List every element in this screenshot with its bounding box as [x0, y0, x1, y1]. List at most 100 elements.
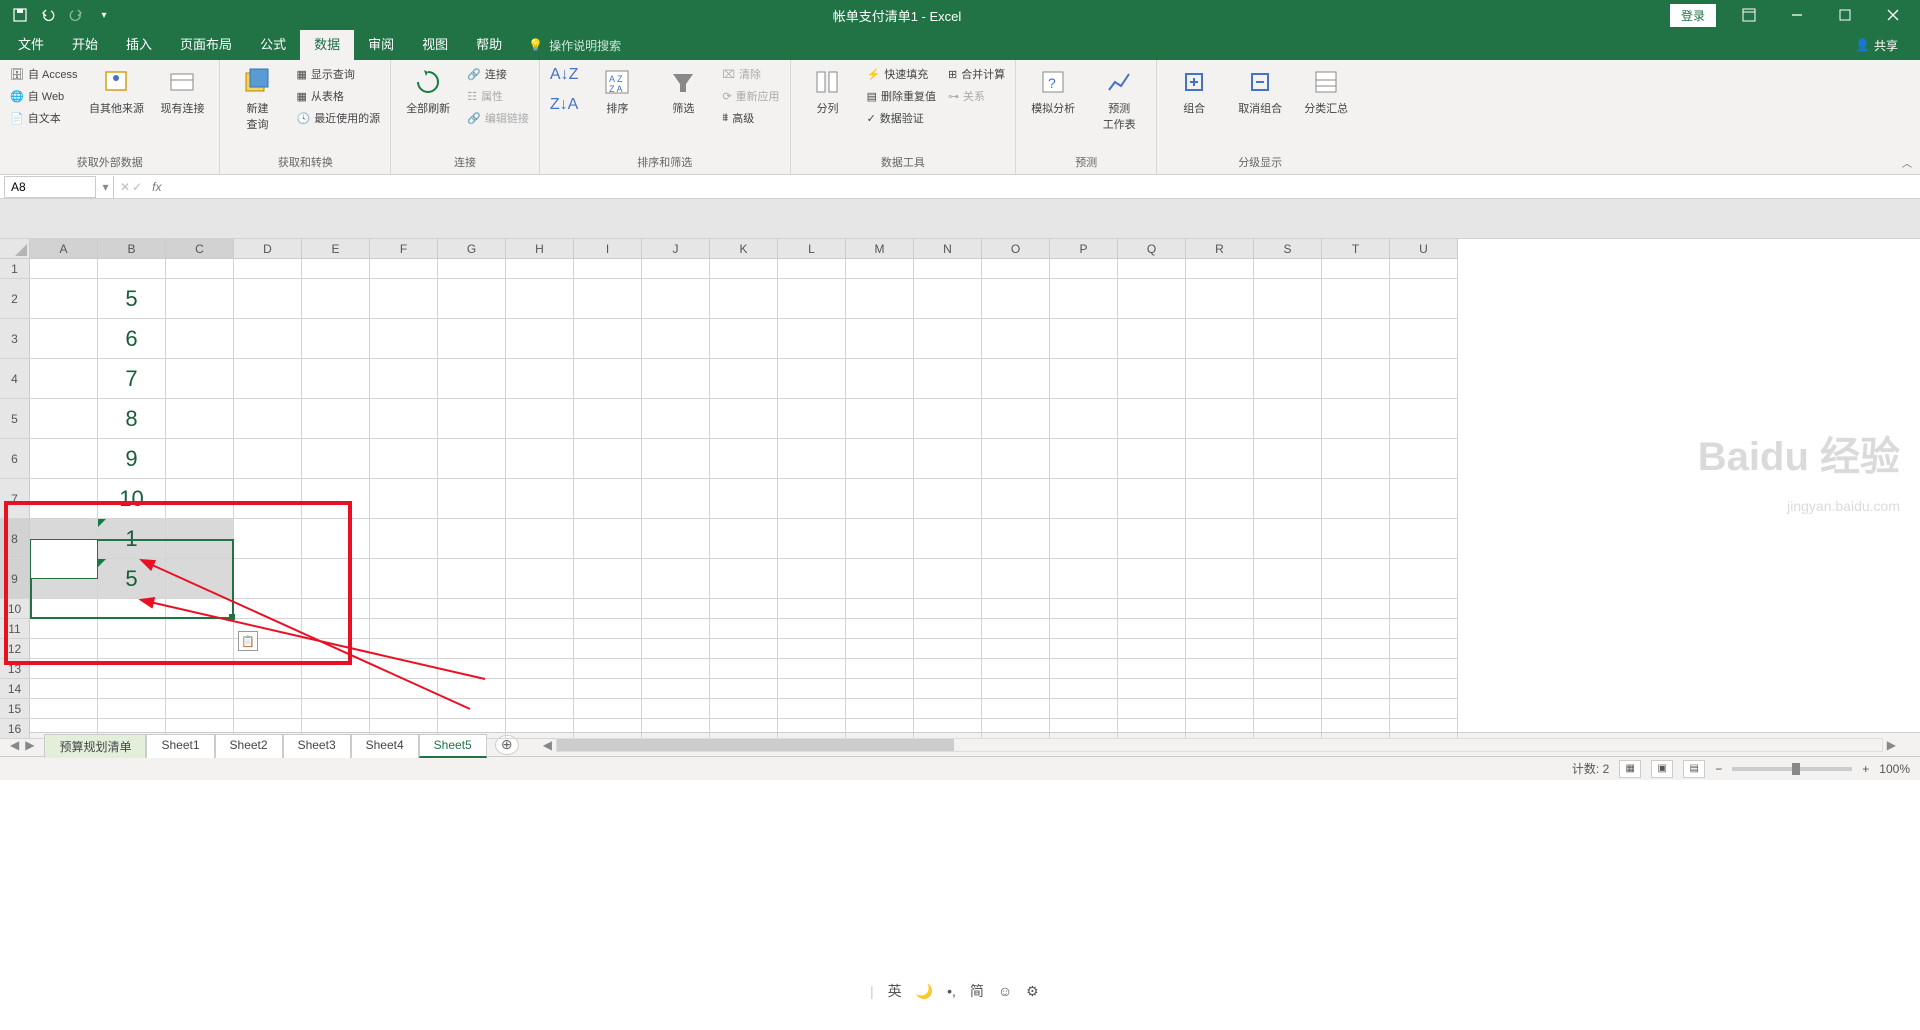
cell[interactable] — [438, 619, 506, 639]
cell[interactable] — [1118, 599, 1186, 619]
cell[interactable] — [574, 519, 642, 559]
column-header[interactable]: L — [778, 239, 846, 259]
cell[interactable] — [1254, 519, 1322, 559]
cell[interactable] — [506, 619, 574, 639]
cell[interactable] — [1390, 279, 1458, 319]
cell[interactable] — [98, 619, 166, 639]
cell[interactable] — [30, 619, 98, 639]
cell[interactable] — [1050, 639, 1118, 659]
cell[interactable] — [982, 599, 1050, 619]
cell[interactable] — [438, 279, 506, 319]
save-icon[interactable] — [8, 3, 32, 27]
cell[interactable] — [778, 659, 846, 679]
cell[interactable] — [574, 559, 642, 599]
advanced-filter-button[interactable]: ⩩高级 — [718, 108, 783, 128]
cell[interactable] — [1322, 439, 1390, 479]
ime-simp[interactable]: 简 — [970, 981, 984, 1001]
cell[interactable] — [914, 279, 982, 319]
cell[interactable] — [778, 519, 846, 559]
cell[interactable] — [642, 279, 710, 319]
cell[interactable] — [302, 479, 370, 519]
cell[interactable] — [1322, 659, 1390, 679]
row-header[interactable]: 3 — [0, 319, 30, 359]
existing-connections-button[interactable]: 现有连接 — [151, 64, 213, 118]
cell[interactable] — [30, 559, 98, 599]
sheet-tab[interactable]: Sheet4 — [351, 734, 419, 758]
cell[interactable] — [1390, 439, 1458, 479]
cell[interactable] — [1254, 399, 1322, 439]
cell[interactable] — [1254, 259, 1322, 279]
column-header[interactable]: O — [982, 239, 1050, 259]
cell[interactable] — [234, 439, 302, 479]
cell[interactable] — [506, 359, 574, 399]
cell[interactable] — [846, 319, 914, 359]
cell[interactable] — [370, 359, 438, 399]
cell[interactable] — [302, 399, 370, 439]
cell[interactable] — [642, 719, 710, 739]
ime-moon-icon[interactable]: 🌙 — [916, 983, 933, 1000]
cell[interactable] — [778, 559, 846, 599]
tell-me-search[interactable]: 💡 操作说明搜索 — [528, 37, 621, 54]
cell[interactable] — [846, 359, 914, 399]
cell[interactable] — [778, 679, 846, 699]
cell[interactable] — [166, 359, 234, 399]
cell[interactable] — [30, 679, 98, 699]
sheet-tab[interactable]: Sheet5 — [419, 734, 487, 758]
cell[interactable] — [234, 599, 302, 619]
cell[interactable] — [30, 439, 98, 479]
cell[interactable] — [1186, 319, 1254, 359]
cell[interactable] — [1050, 699, 1118, 719]
cell[interactable] — [1390, 679, 1458, 699]
cell[interactable] — [506, 699, 574, 719]
cell[interactable] — [1322, 279, 1390, 319]
cell[interactable] — [1254, 719, 1322, 739]
cell[interactable] — [302, 559, 370, 599]
filter-button[interactable]: 筛选 — [652, 64, 714, 118]
cell[interactable] — [1050, 679, 1118, 699]
sort-desc-button[interactable]: Z↓A — [546, 94, 582, 116]
cell[interactable] — [1118, 259, 1186, 279]
name-box-dropdown[interactable]: ▾ — [98, 176, 114, 198]
cell[interactable] — [438, 399, 506, 439]
ime-lang[interactable]: 英 — [888, 981, 902, 1001]
cell[interactable] — [302, 699, 370, 719]
cell[interactable] — [1322, 719, 1390, 739]
cell[interactable] — [778, 439, 846, 479]
cell[interactable] — [914, 519, 982, 559]
ime-gear-icon[interactable]: ⚙ — [1026, 983, 1039, 1000]
column-header[interactable]: Q — [1118, 239, 1186, 259]
cell[interactable] — [982, 439, 1050, 479]
cell[interactable] — [914, 599, 982, 619]
cell[interactable] — [234, 679, 302, 699]
cell[interactable] — [710, 699, 778, 719]
cell[interactable] — [1050, 659, 1118, 679]
cell[interactable] — [370, 399, 438, 439]
cell[interactable] — [438, 699, 506, 719]
cell[interactable] — [710, 359, 778, 399]
row-header[interactable]: 5 — [0, 399, 30, 439]
cell[interactable] — [982, 619, 1050, 639]
cell[interactable] — [982, 259, 1050, 279]
cell[interactable] — [642, 659, 710, 679]
cell[interactable] — [1322, 519, 1390, 559]
whatif-button[interactable]: ?模拟分析 — [1022, 64, 1084, 118]
cell[interactable] — [1118, 679, 1186, 699]
cell[interactable] — [1050, 619, 1118, 639]
column-header[interactable]: S — [1254, 239, 1322, 259]
cell[interactable] — [234, 479, 302, 519]
cell[interactable] — [982, 559, 1050, 599]
menu-tab-帮助[interactable]: 帮助 — [462, 30, 516, 60]
close-icon[interactable] — [1870, 0, 1916, 30]
cell[interactable] — [166, 259, 234, 279]
cell[interactable] — [710, 599, 778, 619]
cell[interactable] — [1254, 279, 1322, 319]
cell[interactable]: 8 — [98, 399, 166, 439]
cell[interactable] — [370, 659, 438, 679]
cell[interactable] — [166, 399, 234, 439]
cell[interactable] — [166, 619, 234, 639]
cell[interactable] — [98, 699, 166, 719]
cell[interactable] — [370, 599, 438, 619]
cell[interactable] — [1118, 519, 1186, 559]
cell[interactable] — [1186, 659, 1254, 679]
cell[interactable] — [30, 399, 98, 439]
